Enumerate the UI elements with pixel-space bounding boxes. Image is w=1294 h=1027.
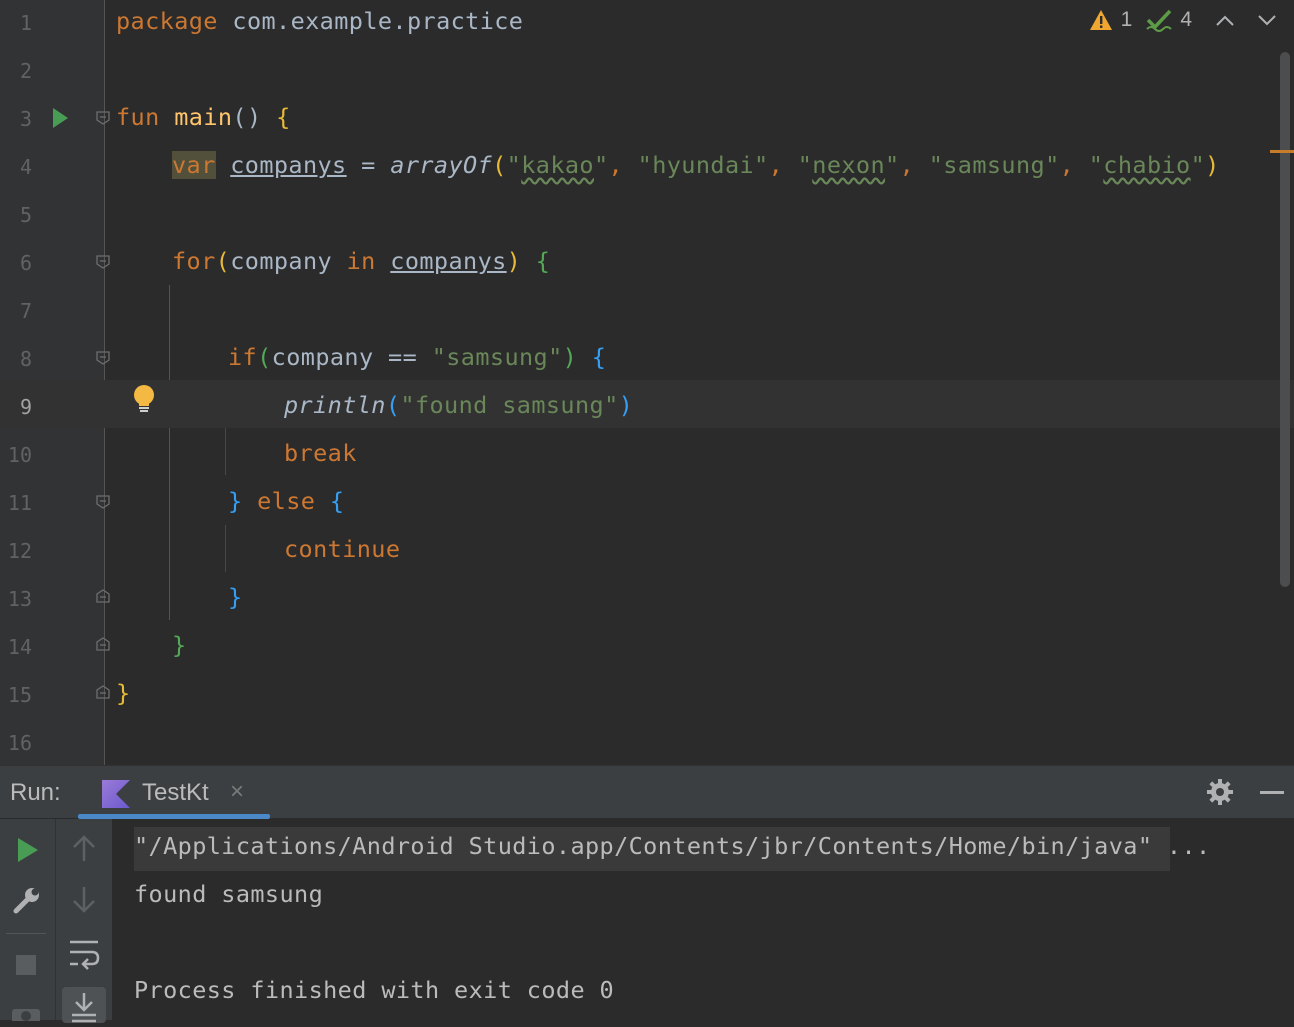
code-text[interactable]: for(company in companys) {: [172, 247, 550, 275]
run-main-icon[interactable]: [53, 108, 68, 128]
toolbar-separator: [6, 933, 46, 934]
code-text[interactable]: } else {: [228, 487, 344, 515]
code-text[interactable]: var companys = arrayOf("kakao", "hyundai…: [172, 151, 1220, 179]
kotlin-icon: [102, 780, 130, 808]
code-line[interactable]: 6 for(company in companys) {: [0, 240, 1294, 288]
code-editor[interactable]: 1 package com.example.practice 2 3 fun m…: [0, 0, 1294, 765]
code-text[interactable]: if(company == "samsung") {: [228, 343, 606, 371]
minimize-icon[interactable]: [1260, 791, 1284, 794]
vertical-scrollbar[interactable]: [1280, 52, 1290, 587]
console-command[interactable]: "/Applications/Android Studio.app/Conten…: [134, 832, 1211, 860]
line-number: 14: [7, 635, 32, 659]
fold-start-icon[interactable]: [96, 495, 110, 509]
arrow-down-icon[interactable]: [70, 885, 98, 915]
tab-testkt[interactable]: TestKt ×: [78, 766, 270, 820]
line-number: 16: [7, 731, 32, 755]
code-line[interactable]: 3 fun main() {: [0, 96, 1294, 144]
code-line[interactable]: 16: [0, 720, 1294, 765]
code-text[interactable]: println("found samsung"): [284, 391, 633, 419]
code-line[interactable]: 12 continue: [0, 528, 1294, 576]
code-line[interactable]: 4 var companys = arrayOf("kakao", "hyund…: [0, 144, 1294, 192]
code-line[interactable]: 10 break: [0, 432, 1294, 480]
console-exit-line: Process finished with exit code 0: [134, 976, 615, 1004]
chevron-up-icon[interactable]: [1214, 13, 1236, 27]
code-text[interactable]: continue: [284, 535, 400, 563]
check-count: 4: [1180, 8, 1192, 31]
fold-start-icon[interactable]: [96, 111, 110, 125]
scroll-to-end-toggle[interactable]: [62, 987, 106, 1023]
code-text[interactable]: }: [228, 583, 243, 611]
code-text[interactable]: package com.example.practice: [116, 7, 523, 35]
stop-icon[interactable]: [16, 955, 36, 975]
line-number: 3: [19, 107, 32, 131]
toolbar-divider: [55, 819, 56, 1020]
warning-marker[interactable]: [1270, 150, 1294, 153]
code-line[interactable]: 2: [0, 48, 1294, 96]
line-number: 11: [7, 491, 32, 515]
line-number: 7: [19, 299, 32, 323]
code-text[interactable]: }: [116, 679, 131, 707]
code-line[interactable]: 11 } else {: [0, 480, 1294, 528]
code-line[interactable]: 15 }: [0, 672, 1294, 720]
line-number: 1: [19, 11, 32, 35]
arrow-up-icon[interactable]: [70, 833, 98, 863]
code-line[interactable]: 5: [0, 192, 1294, 240]
fold-end-icon[interactable]: [96, 637, 110, 651]
tab-label: TestKt: [142, 779, 209, 806]
line-number: 13: [7, 587, 32, 611]
camera-icon[interactable]: [8, 1001, 44, 1021]
rerun-icon[interactable]: [16, 837, 40, 863]
fold-end-icon[interactable]: [96, 589, 110, 603]
wrench-icon[interactable]: [12, 885, 42, 915]
line-number: 6: [19, 251, 32, 275]
code-text[interactable]: }: [172, 631, 187, 659]
line-number: 8: [19, 347, 32, 371]
line-number: 2: [19, 59, 32, 83]
lightbulb-icon[interactable]: [132, 384, 156, 414]
code-line[interactable]: 14 }: [0, 624, 1294, 672]
code-text[interactable]: fun main() {: [116, 103, 291, 131]
line-number: 5: [19, 203, 32, 227]
line-number: 9: [19, 395, 32, 419]
run-label: Run:: [10, 779, 61, 806]
line-number: 12: [7, 539, 32, 563]
line-number: 15: [7, 683, 32, 707]
fold-end-icon[interactable]: [96, 685, 110, 699]
scroll-to-end-icon: [72, 993, 96, 1023]
gear-icon[interactable]: [1206, 778, 1234, 806]
run-header: Run: TestKt ×: [0, 765, 1294, 819]
warning-count: 1: [1120, 8, 1133, 31]
fold-start-icon[interactable]: [96, 351, 110, 365]
code-line[interactable]: 8 if(company == "samsung") {: [0, 336, 1294, 384]
line-number: 4: [19, 155, 32, 179]
code-line[interactable]: 13 }: [0, 576, 1294, 624]
console-output-line: found samsung: [134, 880, 324, 908]
run-tool-window: Run: TestKt × "/Applications/Android Stu…: [0, 765, 1294, 1023]
code-line[interactable]: 7: [0, 288, 1294, 336]
inspection-widget[interactable]: 1 4: [1089, 8, 1278, 32]
code-line-current[interactable]: 9 println("found samsung"): [0, 380, 1294, 428]
run-toolbar: [0, 819, 112, 1023]
soft-wrap-icon[interactable]: [66, 937, 102, 971]
chevron-down-icon[interactable]: [1256, 13, 1278, 27]
check-icon: [1146, 9, 1173, 32]
fold-start-icon[interactable]: [96, 255, 110, 269]
line-number: 10: [7, 443, 32, 467]
close-icon[interactable]: ×: [230, 778, 244, 806]
code-text[interactable]: break: [284, 439, 357, 467]
warning-icon: [1089, 10, 1112, 30]
